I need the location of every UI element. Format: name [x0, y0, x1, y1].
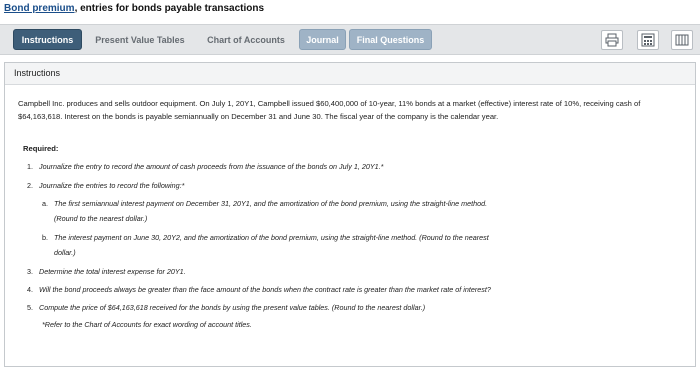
panel-content: Campbell Inc. produces and sells outdoor… [18, 97, 688, 123]
tab-journal[interactable]: Journal [299, 29, 346, 50]
tab-bar: Instructions Present Value Tables Chart … [0, 24, 700, 55]
requirement-number: 1. [27, 162, 33, 171]
requirement-2a: a. The first semiannual interest payment … [42, 199, 487, 208]
requirement-text: *Refer to the Chart of Accounts for exac… [42, 320, 252, 329]
requirement-2: 2. Journalize the entries to record the f… [27, 181, 184, 190]
requirement-text: (Round to the nearest dollar.) [54, 214, 148, 223]
requirement-number: 5. [27, 303, 33, 312]
tab-present-value-tables[interactable]: Present Value Tables [86, 29, 194, 50]
requirement-text: Determine the total interest expense for… [39, 267, 186, 276]
requirement-text: The first semiannual interest payment on… [54, 199, 488, 208]
requirement-3: 3. Determine the total interest expense f… [27, 267, 186, 276]
requirement-2b: b. The interest payment on June 30, 20Y2,… [42, 233, 489, 242]
footnote: *Refer to the Chart of Accounts for exac… [42, 320, 252, 329]
printer-icon [605, 33, 619, 47]
requirement-number: b. [42, 233, 48, 242]
calculator-icon [641, 33, 655, 47]
tab-instructions[interactable]: Instructions [13, 29, 82, 50]
panel-heading: Instructions [14, 68, 61, 78]
print-button[interactable] [601, 30, 623, 50]
spreadsheet-icon [675, 34, 689, 46]
requirement-number: 4. [27, 285, 33, 294]
required-label: Required: [23, 144, 59, 153]
spreadsheet-button[interactable] [671, 30, 693, 50]
requirement-text: Journalize the entry to record the amoun… [39, 162, 384, 171]
page-title: Bond premium, entries for bonds payable … [4, 3, 264, 14]
requirement-text: dollar.) [54, 248, 76, 257]
requirement-1: 1. Journalize the entry to record the amo… [27, 162, 383, 171]
requirement-number: 3. [27, 267, 33, 276]
requirement-text: Journalize the entries to record the fol… [39, 181, 185, 190]
tab-final-questions[interactable]: Final Questions [349, 29, 432, 50]
requirement-number: a. [42, 199, 48, 208]
requirement-2a-note: (Round to the nearest dollar.) [54, 214, 147, 223]
title-link[interactable]: Bond premium [4, 3, 75, 14]
requirement-text: Compute the price of $64,163,618 receive… [39, 303, 426, 312]
requirement-text: The interest payment on June 30, 20Y2, a… [54, 233, 489, 242]
requirement-text: Will the bond proceeds always be greater… [39, 285, 491, 294]
requirement-number: 2. [27, 181, 33, 190]
title-rest: , entries for bonds payable transactions [74, 3, 265, 14]
requirement-2b-note: dollar.) [54, 248, 76, 257]
requirement-4: 4. Will the bond proceeds always be great… [27, 285, 491, 294]
calculator-button[interactable] [637, 30, 659, 50]
intro-paragraph: Campbell Inc. produces and sells outdoor… [18, 99, 641, 121]
panel-header: Instructions [5, 63, 695, 85]
instructions-panel: Instructions Campbell Inc. produces and … [4, 62, 696, 367]
requirement-5: 5. Compute the price of $64,163,618 recei… [27, 303, 425, 312]
tab-chart-of-accounts[interactable]: Chart of Accounts [198, 29, 294, 50]
